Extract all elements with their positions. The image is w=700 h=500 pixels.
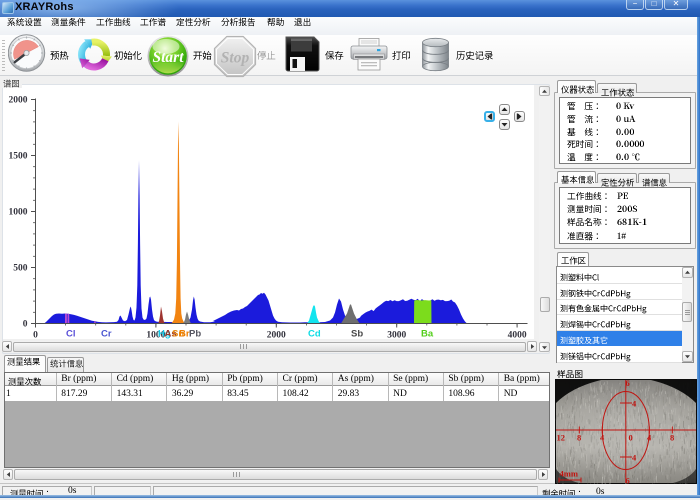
svg-text:3000: 3000 [387, 331, 406, 340]
svg-text:Cr: Cr [101, 329, 112, 340]
svg-text:Sb: Sb [351, 329, 363, 340]
svg-text:4000: 4000 [508, 331, 527, 340]
svg-text:2000: 2000 [267, 331, 286, 340]
svg-text:Cl: Cl [66, 329, 76, 340]
svg-text:8: 8 [577, 432, 581, 442]
svg-text:4mm: 4mm [560, 468, 578, 478]
svg-text:Start: Start [152, 49, 184, 66]
svg-text:0: 0 [629, 432, 633, 442]
svg-text:0: 0 [33, 331, 38, 340]
svg-text:1000: 1000 [9, 208, 28, 218]
svg-text:8: 8 [670, 432, 674, 442]
svg-text:Pb: Pb [189, 329, 201, 340]
svg-text:6: 6 [626, 379, 630, 388]
svg-text:0: 0 [23, 320, 28, 330]
svg-text:1500: 1500 [9, 152, 28, 162]
svg-text:Cd: Cd [308, 329, 321, 340]
svg-text:Stop: Stop [221, 50, 250, 67]
svg-text:6: 6 [626, 475, 630, 484]
svg-text:Ba: Ba [421, 329, 434, 340]
svg-text:500: 500 [13, 264, 28, 274]
svg-text:2000: 2000 [9, 96, 28, 106]
svg-text:12: 12 [557, 432, 566, 442]
